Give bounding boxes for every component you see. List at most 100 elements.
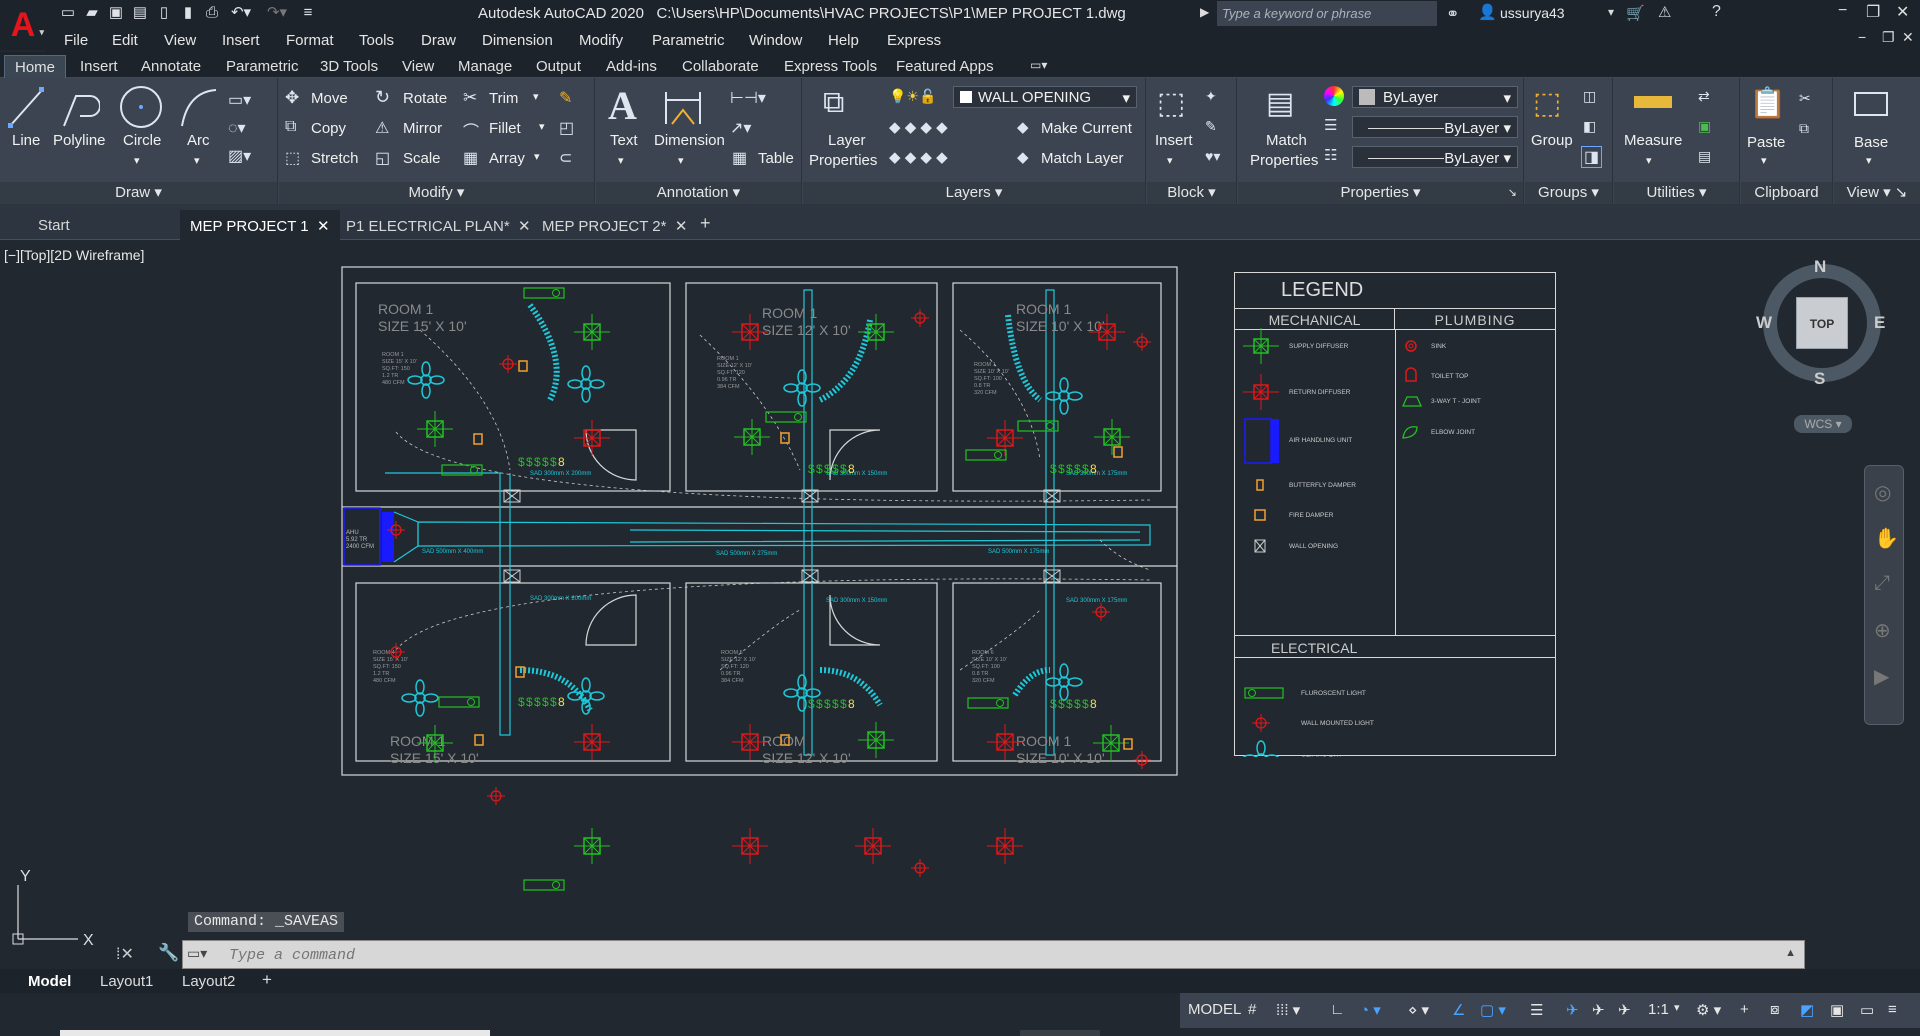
restore-icon[interactable]: ❐ [1866, 2, 1880, 22]
paste-dropdown-icon[interactable]: ▾ [1761, 154, 1767, 167]
user-icon[interactable]: 👤 [1478, 3, 1497, 21]
stretch-button[interactable]: Stretch [311, 150, 359, 167]
command-customize-icon[interactable]: 🔧 [158, 943, 179, 963]
compass-east[interactable]: E [1874, 313, 1885, 333]
text-button[interactable]: Text [610, 132, 638, 149]
properties-panel-title[interactable]: Properties ▾ ↘ [1238, 182, 1523, 204]
orbit-icon[interactable]: ⊕ [1874, 618, 1891, 643]
polyline-button[interactable]: Polyline [53, 132, 106, 149]
command-input[interactable] [229, 945, 1729, 965]
tab-express-tools[interactable]: Express Tools [784, 58, 877, 75]
measure-button[interactable]: Measure [1624, 132, 1682, 149]
close-tab-icon[interactable]: ✕ [518, 218, 531, 235]
circle-icon[interactable] [118, 84, 164, 130]
a360-icon[interactable]: ⚠ [1658, 3, 1671, 21]
add-layout-icon[interactable]: + [262, 970, 272, 990]
viewcube-top-face[interactable]: TOP [1796, 297, 1848, 349]
view-panel-title[interactable]: View ▾ ↘ [1834, 182, 1920, 204]
search-input[interactable]: Type a keyword or phrase [1217, 1, 1437, 26]
text-dropdown-icon[interactable]: ▾ [618, 154, 624, 167]
tab-output[interactable]: Output [536, 58, 581, 75]
offset-icon[interactable]: ⊂ [559, 148, 572, 168]
command-line[interactable]: ▭▾ ▲ [182, 940, 1805, 969]
doc-close-icon[interactable]: ✕ [1902, 29, 1914, 46]
doc-tab-mep-project-1[interactable]: MEP PROJECT 1 ✕ [180, 210, 340, 240]
move-button[interactable]: Move [311, 90, 348, 107]
menu-dimension[interactable]: Dimension [482, 32, 553, 49]
customize-status-icon[interactable]: ≡ [1888, 1001, 1897, 1018]
table-button[interactable]: Table [758, 150, 794, 167]
clean-screen-icon[interactable]: ▭ [1860, 1001, 1874, 1019]
make-current-button[interactable]: Make Current [1041, 120, 1132, 137]
menu-help[interactable]: Help [828, 32, 859, 49]
new-tab-plus-icon[interactable]: + [690, 206, 721, 236]
create-block-icon[interactable]: ✦ [1205, 88, 1217, 105]
quick-select-icon[interactable]: ⇄ [1698, 88, 1710, 105]
minimize-icon[interactable]: − [1838, 2, 1847, 20]
dimension-dropdown-icon[interactable]: ▾ [678, 154, 684, 167]
explode-icon[interactable]: ◰ [559, 118, 574, 138]
modify-panel-title[interactable]: Modify ▾ [279, 182, 594, 204]
linear-dim-icon[interactable]: ⊢⊣▾ [730, 88, 766, 108]
units-icon[interactable]: ⧇ [1770, 1001, 1780, 1018]
insert-button[interactable]: Insert [1155, 132, 1193, 149]
grid-icon[interactable]: # [1248, 1001, 1256, 1018]
layers-panel-title[interactable]: Layers ▾ [803, 182, 1145, 204]
tab-model[interactable]: Model [28, 973, 71, 990]
menu-draw[interactable]: Draw [421, 32, 456, 49]
annotation-monitor-icon[interactable]: + [1740, 1001, 1749, 1018]
linetype-dropdown[interactable]: ByLayer ▾ [1352, 146, 1518, 168]
annotation-scale-dropdown-icon[interactable]: ▾ [1674, 1001, 1680, 1014]
block-panel-title[interactable]: Block ▾ [1147, 182, 1236, 204]
copy-button[interactable]: Copy [311, 120, 346, 137]
tab-view[interactable]: View [402, 58, 434, 75]
isolate-objects-icon[interactable]: ▣ [1830, 1001, 1844, 1019]
undo-icon[interactable]: ↶▾ [226, 3, 256, 23]
rectangle-icon[interactable]: ▭▾ [228, 90, 251, 110]
drawing-canvas[interactable]: [−][Top][2D Wireframe] AHU 5.92 TR 2400 … [0, 240, 1920, 969]
close-icon[interactable]: ✕ [1896, 2, 1909, 22]
object-snap-tracking-icon[interactable]: ∠ [1452, 1001, 1465, 1019]
help-icon[interactable]: ? [1712, 3, 1721, 21]
close-tab-icon[interactable]: ✕ [675, 218, 688, 235]
array-dropdown-icon[interactable]: ▾ [534, 150, 540, 163]
command-history-arrow-icon[interactable]: ▲ [1785, 947, 1796, 959]
match-layer-button[interactable]: Match Layer [1041, 150, 1124, 167]
text-icon[interactable]: A [608, 82, 637, 129]
calculator-icon[interactable]: ▤ [1698, 148, 1711, 165]
match-properties-icon[interactable]: ▤ [1266, 86, 1294, 121]
pan-icon[interactable]: ✋ [1874, 526, 1899, 551]
command-close-icon[interactable]: ⁞✕ [116, 944, 134, 964]
tab-home[interactable]: Home [4, 55, 67, 78]
horizontal-scrollbar[interactable] [60, 1030, 490, 1036]
compass-north[interactable]: N [1814, 257, 1826, 277]
annotation-panel-title[interactable]: Annotation ▾ [596, 182, 801, 204]
properties-dialog-launcher-icon[interactable]: ↘ [1508, 182, 1517, 204]
viewcube[interactable]: TOP N S E W [1756, 257, 1888, 389]
menu-tools[interactable]: Tools [359, 32, 394, 49]
rotate-button[interactable]: Rotate [403, 90, 447, 107]
wcs-menu[interactable]: WCS ▾ [1794, 415, 1852, 433]
search-expand-icon[interactable]: ▶ [1200, 5, 1209, 19]
compass-south[interactable]: S [1814, 369, 1825, 389]
polar-icon[interactable]: ◔ ▾ [1360, 1001, 1381, 1019]
layer-dropdown[interactable]: WALL OPENING ▾ [953, 86, 1137, 108]
open-web-icon[interactable]: ▯ [154, 3, 174, 23]
tab-add-ins[interactable]: Add-ins [606, 58, 657, 75]
save-web-icon[interactable]: ▮ [178, 3, 198, 23]
line-icon[interactable] [8, 86, 44, 130]
edit-block-icon[interactable]: ✎ [1205, 118, 1217, 135]
utilities-panel-title[interactable]: Utilities ▾ [1614, 182, 1739, 204]
steering-wheel-icon[interactable]: ◎ [1874, 480, 1891, 505]
arc-button[interactable]: Arc [187, 132, 210, 149]
ortho-icon[interactable]: ∟ [1330, 1001, 1345, 1018]
doc-tab-start[interactable]: Start [28, 210, 176, 240]
tab-parametric[interactable]: Parametric [226, 58, 299, 75]
compass-west[interactable]: W [1756, 313, 1772, 333]
zoom-extents-icon[interactable]: ⤢ [1874, 572, 1890, 595]
copy-clip-icon[interactable]: ⧉ [1799, 120, 1809, 137]
tab-insert[interactable]: Insert [80, 58, 118, 75]
draw-panel-title[interactable]: Draw ▾ [0, 182, 277, 204]
match-properties-label-1[interactable]: Match [1266, 132, 1307, 149]
tab-collaborate[interactable]: Collaborate [682, 58, 759, 75]
